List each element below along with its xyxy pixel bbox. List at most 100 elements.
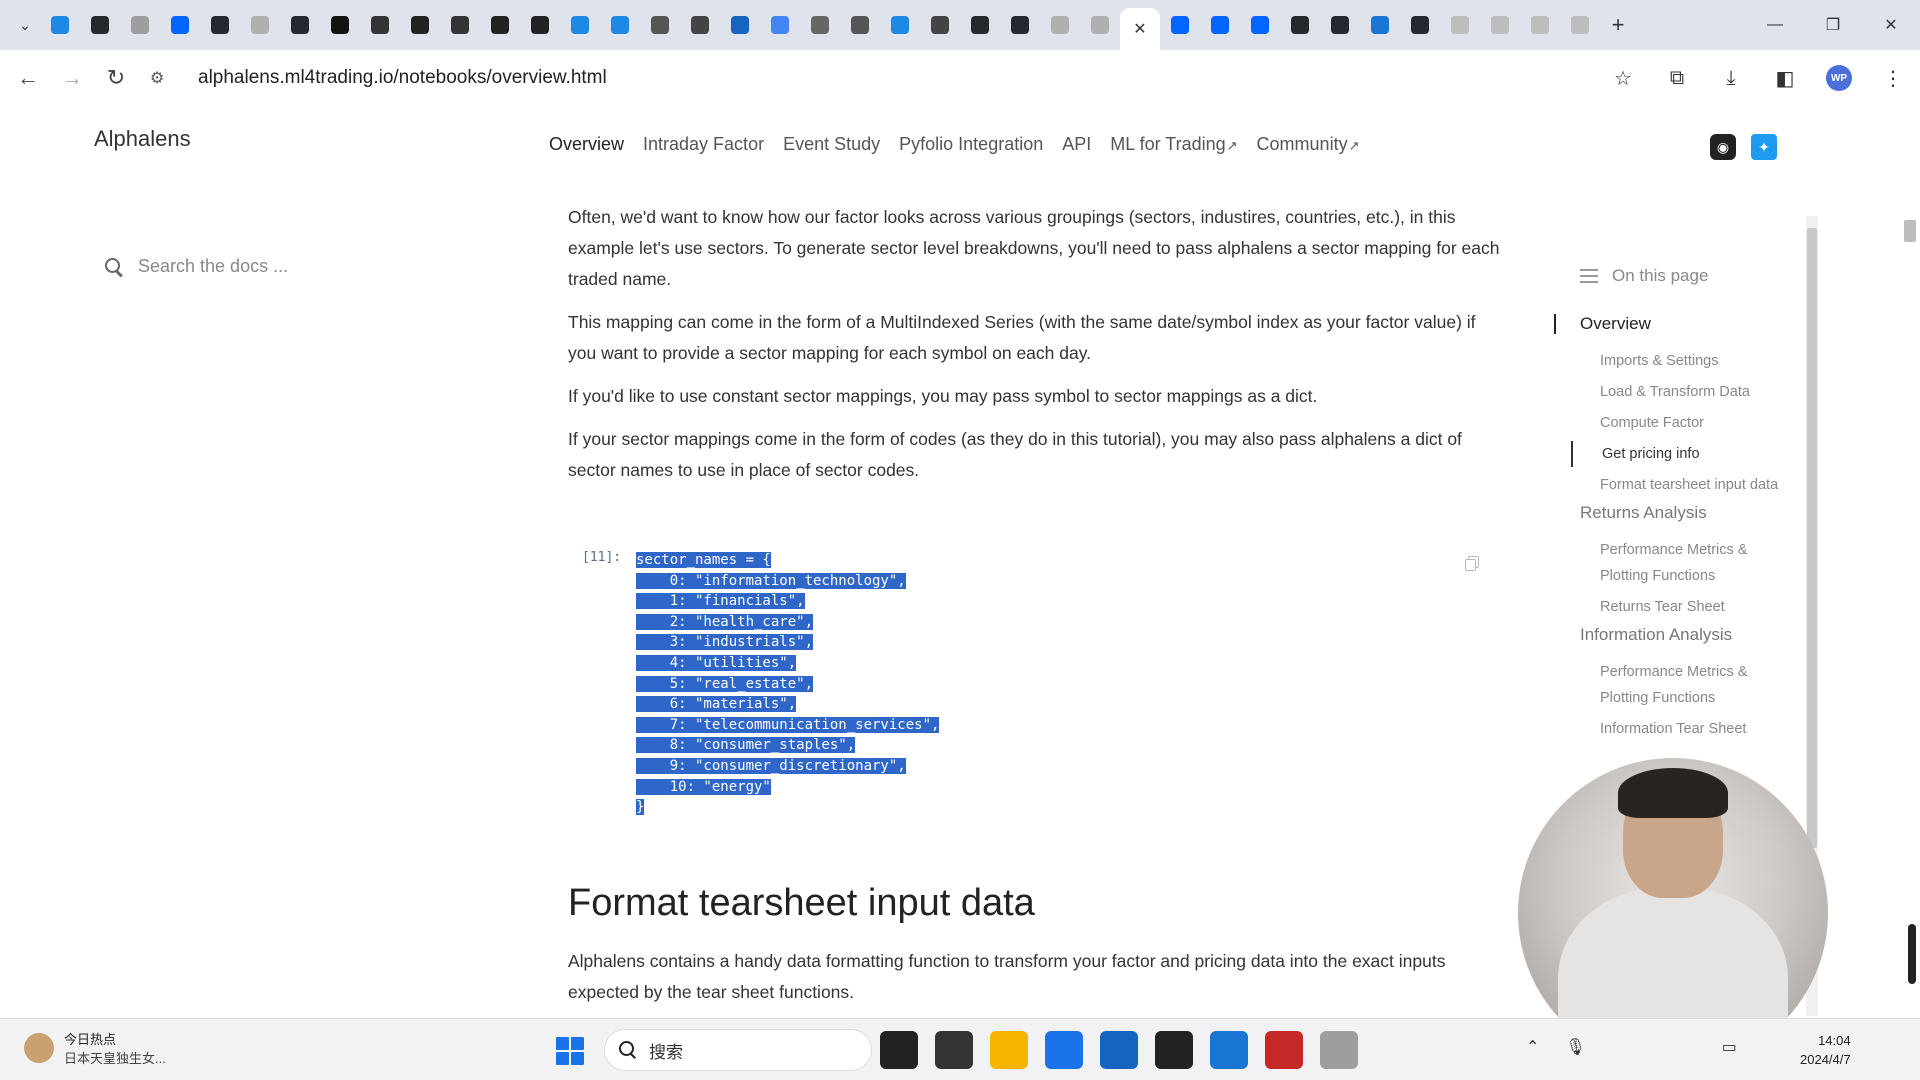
profile-avatar[interactable]: WP (1826, 65, 1852, 91)
search-box[interactable] (104, 256, 378, 277)
site-info-icon[interactable]: ⚙ (150, 68, 180, 88)
browser-tab[interactable] (920, 7, 960, 43)
browser-tab[interactable] (240, 7, 280, 43)
browser-tab[interactable] (560, 7, 600, 43)
toc-item[interactable]: Performance Metrics & Plotting Functions (1600, 537, 1780, 589)
browser-tab[interactable] (520, 7, 560, 43)
download-icon[interactable]: ⤓ (1704, 50, 1758, 106)
news-widget[interactable]: 今日热点 日本天皇独生女... (24, 1029, 166, 1067)
browser-tab[interactable] (1400, 7, 1440, 43)
browser-tab[interactable] (1480, 7, 1520, 43)
browser-tab[interactable] (800, 7, 840, 43)
browser-tab[interactable] (600, 7, 640, 43)
reload-icon[interactable]: ↻ (94, 56, 138, 100)
browser-tab[interactable] (640, 7, 680, 43)
browser-tab[interactable] (120, 7, 160, 43)
toc-item[interactable]: Information Analysis (1580, 625, 1780, 645)
url-field[interactable]: ⚙ alphalens.ml4trading.io/notebooks/over… (150, 58, 1590, 98)
browser-tab[interactable] (1440, 7, 1480, 43)
wps-icon[interactable] (1265, 1031, 1303, 1069)
toc-item[interactable]: Returns Tear Sheet (1600, 594, 1780, 620)
display-icon[interactable]: ▭ (1722, 1037, 1737, 1057)
twitter-icon[interactable]: ✦ (1751, 134, 1777, 160)
taskbar-search[interactable]: 搜索 (604, 1029, 872, 1071)
tab-search-chevron-icon[interactable]: ⌄ (10, 10, 40, 40)
nav-community[interactable]: Community↗ (1257, 134, 1360, 155)
browser-tab[interactable] (720, 7, 760, 43)
browser-tab[interactable] (1160, 7, 1200, 43)
nav-overview[interactable]: Overview (549, 134, 624, 155)
browser-tab[interactable] (1040, 7, 1080, 43)
browser-tab[interactable] (1280, 7, 1320, 43)
gear-app-icon[interactable] (1320, 1031, 1358, 1069)
toc-scroll-thumb[interactable] (1807, 228, 1817, 848)
minimize-icon[interactable]: — (1746, 0, 1804, 50)
extensions-icon[interactable]: ⧉ (1650, 50, 1704, 106)
browser-tab[interactable] (160, 7, 200, 43)
browser-tab[interactable] (480, 7, 520, 43)
toc-item[interactable]: Format tearsheet input data (1600, 472, 1780, 498)
terminal-icon[interactable] (880, 1031, 918, 1069)
nav-pyfolio-integration[interactable]: Pyfolio Integration (899, 134, 1043, 155)
clock[interactable]: 14:04 2024/4/7 (1800, 1031, 1851, 1069)
toc-item[interactable]: Information Tear Sheet (1600, 716, 1780, 742)
url-text[interactable]: alphalens.ml4trading.io/notebooks/overvi… (198, 67, 607, 89)
browser-tab[interactable] (1320, 7, 1360, 43)
browser-tab[interactable] (680, 7, 720, 43)
toc-item[interactable]: Performance Metrics & Plotting Functions (1600, 659, 1780, 711)
browser-menu-icon[interactable]: ⋮ (1866, 50, 1920, 106)
folder-icon[interactable] (990, 1031, 1028, 1069)
active-tab[interactable]: ✕ (1120, 8, 1160, 50)
github-icon[interactable]: ◉ (1710, 134, 1736, 160)
close-tab-icon[interactable]: ✕ (1131, 20, 1149, 38)
browser-tab[interactable] (40, 7, 80, 43)
browser-tab[interactable] (760, 7, 800, 43)
chrome-icon[interactable] (1045, 1031, 1083, 1069)
nav-event-study[interactable]: Event Study (783, 134, 880, 155)
chevron-up-icon[interactable]: ⌃ (1526, 1037, 1539, 1057)
vscode-icon[interactable] (1100, 1031, 1138, 1069)
toc-item[interactable]: Imports & Settings (1600, 348, 1780, 374)
toc-item[interactable]: Overview (1554, 314, 1780, 334)
copy-icon[interactable] (1465, 556, 1479, 571)
new-tab-button[interactable]: + (1600, 7, 1636, 43)
nav-ml-for-trading[interactable]: ML for Trading↗ (1110, 134, 1237, 155)
browser-tab[interactable] (440, 7, 480, 43)
browser-tab[interactable] (400, 7, 440, 43)
browser-tab[interactable] (840, 7, 880, 43)
page-scroll-thumb[interactable] (1904, 220, 1916, 242)
browser-tab[interactable] (360, 7, 400, 43)
browser-tab[interactable] (200, 7, 240, 43)
browser-tab[interactable] (1560, 7, 1600, 43)
cmd-icon[interactable] (1155, 1031, 1193, 1069)
nav-api[interactable]: API (1062, 134, 1091, 155)
forward-icon[interactable]: → (50, 56, 94, 100)
browser-tab[interactable] (1080, 7, 1120, 43)
browser-tab[interactable] (80, 7, 120, 43)
toc-item[interactable]: Get pricing info (1571, 441, 1780, 467)
pointer-app-icon[interactable] (1210, 1031, 1248, 1069)
browser-tab[interactable] (1360, 7, 1400, 43)
browser-tab[interactable] (320, 7, 360, 43)
browser-tab[interactable] (960, 7, 1000, 43)
browser-tab[interactable] (1200, 7, 1240, 43)
nav-intraday-factor[interactable]: Intraday Factor (643, 134, 764, 155)
toc-item[interactable]: Compute Factor (1600, 410, 1780, 436)
code-block[interactable]: sector_names = { 0: "information_technol… (636, 550, 940, 818)
browser-tab[interactable] (1520, 7, 1560, 43)
browser-tab[interactable] (1000, 7, 1040, 43)
site-brand[interactable]: Alphalens (94, 126, 191, 152)
microphone-icon[interactable]: 🎙 (1565, 1037, 1585, 1057)
side-panel-icon[interactable]: ◧ (1758, 50, 1812, 106)
page-scroll-indicator[interactable] (1908, 924, 1916, 984)
back-icon[interactable]: ← (6, 56, 50, 100)
toc-item[interactable]: Returns Analysis (1580, 503, 1780, 523)
browser-tab[interactable] (280, 7, 320, 43)
browser-tab[interactable] (880, 7, 920, 43)
restore-icon[interactable]: ❐ (1804, 0, 1862, 50)
close-window-icon[interactable]: ✕ (1862, 0, 1920, 50)
browser-tab[interactable] (1240, 7, 1280, 43)
bookmark-star-icon[interactable]: ☆ (1596, 50, 1650, 106)
monitor-icon[interactable] (935, 1031, 973, 1069)
toc-item[interactable]: Load & Transform Data (1600, 379, 1780, 405)
